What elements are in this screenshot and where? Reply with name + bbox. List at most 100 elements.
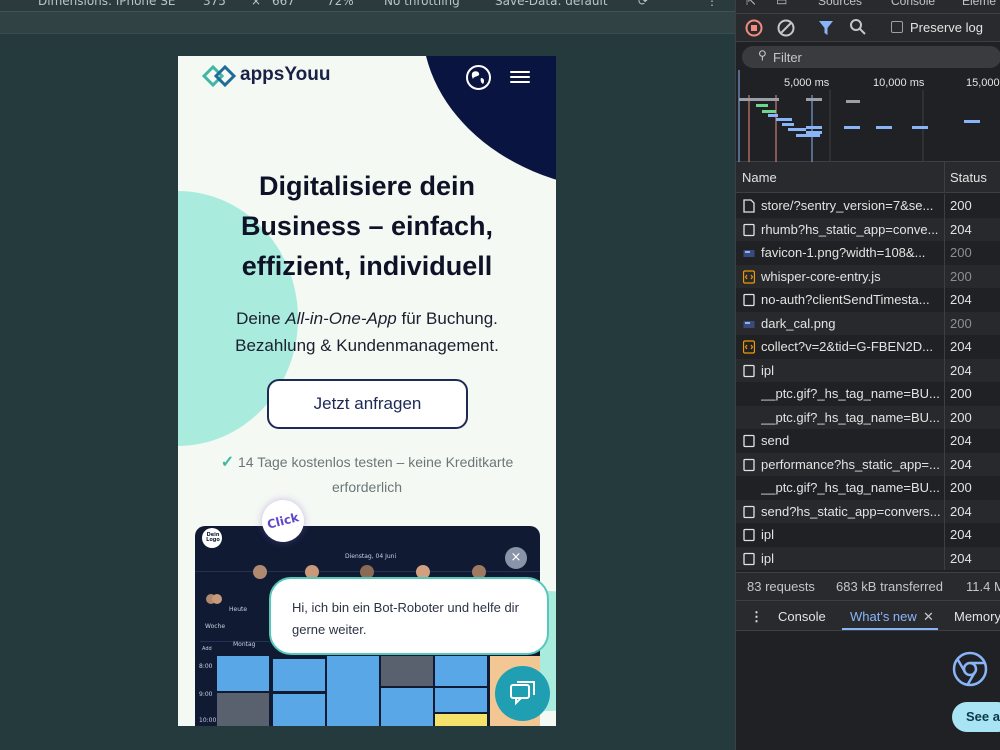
- request-name: performance?hs_static_app=...: [761, 456, 940, 472]
- width-input[interactable]: 375: [203, 0, 226, 8]
- close-tab-icon[interactable]: ✕: [923, 609, 934, 625]
- chat-launcher-button[interactable]: [495, 666, 550, 721]
- hamburger-menu-icon[interactable]: [510, 68, 530, 86]
- column-divider: [944, 476, 945, 500]
- request-row[interactable]: send 204: [736, 429, 1000, 453]
- more-options-icon[interactable]: ⋮: [706, 0, 718, 8]
- network-toolbar: Preserve log: [736, 14, 1000, 42]
- request-row[interactable]: dark_cal.png 200: [736, 311, 1000, 335]
- request-name: __ptc.gif?_hs_tag_name=BU...: [761, 480, 940, 495]
- drawer-tab-memory[interactable]: Memory: [954, 609, 1000, 624]
- card-date: Dienstag, 04 Juni: [345, 553, 397, 560]
- name-column-header[interactable]: Name: [742, 170, 777, 185]
- request-row[interactable]: whisper-core-entry.js 200: [736, 264, 1000, 288]
- request-row[interactable]: send?hs_static_app=convers... 204: [736, 499, 1000, 523]
- request-row[interactable]: no-auth?clientSendTimesta... 204: [736, 288, 1000, 312]
- close-chat-button[interactable]: ×: [505, 547, 527, 569]
- clear-icon[interactable]: [777, 19, 795, 37]
- drawer-tab-console[interactable]: Console: [778, 609, 826, 624]
- trial-text-line-2: erforderlich: [331, 479, 403, 495]
- column-divider: [944, 523, 945, 547]
- search-icon[interactable]: [849, 18, 867, 36]
- device-toolbar: Dimensions: iPhone SE 375 × 667 72% No t…: [0, 0, 735, 12]
- request-name: no-auth?clientSendTimesta...: [761, 292, 930, 307]
- image-icon: [743, 317, 755, 330]
- request-row[interactable]: collect?v=2&tid=G-FBEN2D... 204: [736, 335, 1000, 359]
- device-select[interactable]: Dimensions: iPhone SE: [38, 0, 175, 8]
- request-name: dark_cal.png: [761, 315, 836, 331]
- filter-input[interactable]: ⚲ Filter: [742, 46, 1000, 68]
- rotate-icon[interactable]: ⟳: [638, 0, 648, 8]
- save-data-select[interactable]: Save-Data: default: [495, 0, 608, 8]
- chat-text: gerne weiter.: [292, 622, 367, 637]
- column-divider: [944, 288, 945, 312]
- request-name: ipl: [761, 550, 775, 566]
- network-summary: 83 requests 683 kB transferred 11.4 M: [736, 572, 1000, 600]
- preserve-log-checkbox[interactable]: [891, 21, 903, 33]
- devtools-tabbar: ⇱ ▭ Sources Console Eleme: [736, 0, 1000, 14]
- script-icon: [742, 340, 756, 354]
- record-stop-icon[interactable]: [745, 19, 763, 37]
- column-divider: [944, 194, 945, 218]
- request-name: ipl: [761, 362, 775, 378]
- times-sign: ×: [251, 0, 262, 8]
- request-row[interactable]: __ptc.gif?_hs_tag_name=BU... 200: [736, 476, 1000, 500]
- request-icon: [743, 434, 755, 448]
- drawer-tab-whats-new[interactable]: What's new: [850, 609, 917, 624]
- request-row[interactable]: ipl 204: [736, 523, 1000, 547]
- request-row[interactable]: store/?sentry_version=7&se... 200: [736, 194, 1000, 218]
- request-name: whisper-core-entry.js: [761, 268, 881, 284]
- request-status: 204: [950, 221, 972, 237]
- request-row[interactable]: favicon-1.png?width=108&... 200: [736, 241, 1000, 265]
- card-week: Woche: [205, 623, 226, 630]
- filter-icon[interactable]: [818, 19, 834, 37]
- check-icon: ✓: [220, 454, 235, 471]
- request-row[interactable]: performance?hs_static_app=... 204: [736, 452, 1000, 476]
- logo-icon[interactable]: [202, 65, 242, 87]
- column-divider: [944, 382, 945, 406]
- request-row[interactable]: rhumb?hs_static_app=conve... 204: [736, 217, 1000, 241]
- request-table-header: Name Status: [736, 162, 1000, 193]
- tab-sources[interactable]: Sources: [818, 0, 862, 8]
- card-time: 9:00: [199, 691, 213, 698]
- preserve-log-label: Preserve log: [910, 20, 983, 35]
- trial-note: ✓ 14 Tage kostenlos testen – keine Kredi…: [178, 450, 556, 499]
- tab-console[interactable]: Console: [891, 0, 935, 8]
- globe-icon[interactable]: [466, 65, 491, 90]
- status-column-header[interactable]: Status: [950, 170, 987, 185]
- height-input[interactable]: 667: [272, 0, 295, 8]
- tab-elements[interactable]: Eleme: [962, 0, 996, 8]
- whats-new-panel: See al: [736, 632, 1000, 750]
- blank-icon: [743, 481, 755, 494]
- column-divider: [944, 264, 945, 288]
- request-icon: [743, 364, 755, 377]
- logo-text[interactable]: appsYouu: [240, 64, 330, 86]
- request-row[interactable]: __ptc.gif?_hs_tag_name=BU... 200: [736, 405, 1000, 429]
- column-divider: [944, 452, 945, 476]
- timeline-overview: 5,000 ms 10,000 ms 15,000: [736, 70, 1000, 162]
- devtools-panel: ⇱ ▭ Sources Console Eleme Preserve log ⚲…: [735, 0, 1000, 750]
- request-row[interactable]: __ptc.gif?_hs_tag_name=BU... 200: [736, 382, 1000, 406]
- request-button[interactable]: Jetzt anfragen: [267, 379, 468, 429]
- subtitle-line-2: Bezahlung & Kundenmanagement.: [235, 336, 499, 355]
- zoom-select[interactable]: 72%: [327, 0, 354, 8]
- request-status: 204: [950, 527, 972, 542]
- request-status: 204: [950, 503, 972, 519]
- drawer-tabbar: ⋮ Console What's new ✕ Memory: [736, 600, 1000, 631]
- emulator-bar: [0, 12, 735, 34]
- inspect-icon[interactable]: ⇱: [746, 0, 756, 8]
- resources-size: 11.4 M: [966, 579, 1000, 594]
- throttling-select[interactable]: No throttling: [384, 0, 460, 8]
- subtitle-prefix: Deine: [236, 309, 286, 328]
- see-all-button[interactable]: See al: [952, 702, 1000, 732]
- request-status: 200: [950, 268, 972, 284]
- request-row[interactable]: ipl 204: [736, 546, 1000, 570]
- request-list: store/?sentry_version=7&se... 200 rhumb?hs…: [736, 194, 1000, 571]
- request-status: 204: [950, 339, 972, 354]
- device-icon[interactable]: ▭: [776, 0, 787, 8]
- request-icon: [743, 223, 755, 236]
- request-status: 200: [950, 315, 972, 331]
- card-today: Heute: [229, 606, 248, 613]
- drawer-menu-icon[interactable]: ⋮: [750, 609, 763, 625]
- request-row[interactable]: ipl 204: [736, 358, 1000, 382]
